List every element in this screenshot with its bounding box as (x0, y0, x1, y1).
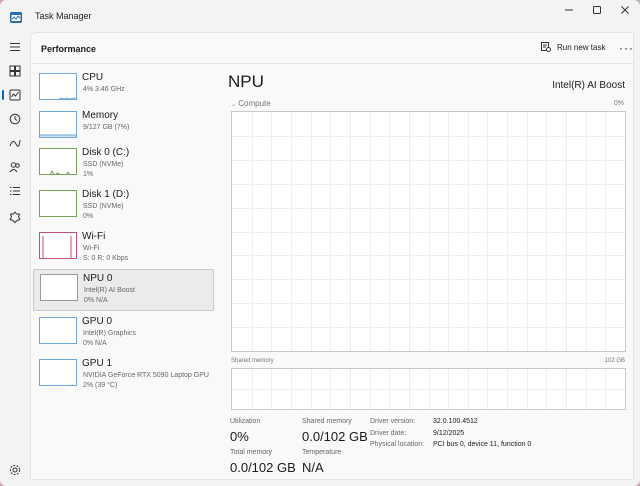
sidebar-item-detail: SSD (NVMe) (83, 203, 124, 210)
npu-thumbnail-graph (40, 274, 78, 301)
total-memory-value: 0.0/102 GB (230, 460, 296, 475)
sidebar-item-usage: S: 0 R: 0 Kbps (83, 255, 129, 262)
sidebar-item-detail: SSD (NVMe) (83, 161, 124, 168)
services-icon[interactable] (7, 209, 23, 225)
sidebar-item-usage: 0% (83, 213, 94, 220)
minimize-icon (565, 9, 573, 11)
sidebar-item-title: GPU 0 (82, 316, 113, 327)
wifi-thumbnail-graph (39, 232, 77, 259)
sidebar-item-detail: NVIDIA GeForce RTX 5090 Laptop GPU (83, 372, 209, 379)
sidebar-item-cpu[interactable]: CPU 4% 3.46 GHz (33, 69, 214, 111)
sidebar-item-gpu-1[interactable]: GPU 1 NVIDIA GeForce RTX 5090 Laptop GPU… (33, 355, 214, 397)
temperature-value: N/A (302, 460, 324, 475)
sidebar-item-memory[interactable]: Memory 9/127 GB (7%) (33, 107, 214, 149)
shared-memory-max-label: 102 GB (604, 358, 625, 364)
sidebar-item-title: Wi-Fi (82, 231, 106, 242)
gpu-1-thumbnail-graph (39, 359, 77, 386)
sidebar-item-usage: 0% N/A (84, 297, 108, 304)
sidebar-item-detail: Wi-Fi (83, 245, 100, 252)
sidebar-item-wifi[interactable]: Wi-Fi Wi-Fi S: 0 R: 0 Kbps (33, 228, 214, 270)
sidebar-item-usage: 2% (39 °C) (83, 382, 118, 389)
minimize-button[interactable] (554, 0, 584, 20)
header-divider (31, 63, 635, 64)
sidebar-item-gpu-0[interactable]: GPU 0 Intel(R) Graphics 0% N/A (33, 313, 214, 355)
users-icon[interactable] (7, 159, 23, 175)
sidebar-item-detail: 9/127 GB (7%) (83, 124, 130, 131)
settings-icon[interactable] (7, 462, 23, 478)
sidebar-item-detail: Intel(R) Graphics (83, 330, 136, 337)
compute-graph (231, 111, 626, 352)
sidebar-item-detail: Intel(R) AI Boost (84, 287, 135, 294)
cpu-thumbnail-graph (39, 73, 77, 100)
gpu-0-thumbnail-graph (39, 317, 77, 344)
total-memory-label: Total memory (230, 449, 273, 456)
sidebar-item-detail: 4% 3.46 GHz (83, 86, 125, 93)
sidebar-item-title: Memory (82, 110, 119, 121)
driver-version-label: Driver version: (370, 418, 416, 425)
compute-label: Compute (238, 99, 271, 108)
sidebar-item-title: Disk 0 (C:) (82, 147, 130, 158)
sidebar-item-usage: 0% N/A (83, 340, 107, 347)
app-history-icon[interactable] (7, 111, 23, 127)
details-icon[interactable] (7, 183, 23, 199)
window-title: Task Manager (35, 11, 92, 21)
physical-location-value: PCI bus 0, device 11, function 0 (433, 441, 532, 448)
task-manager-window: Task Manager Performance Run new task ··… (0, 0, 640, 486)
sidebar-item-title: Disk 1 (D:) (82, 189, 130, 200)
sidebar-item-disk-0[interactable]: Disk 0 (C:) SSD (NVMe) 1% (33, 144, 214, 186)
page-title: Performance (41, 44, 97, 54)
temperature-label: Temperature (302, 449, 342, 456)
performance-page: Performance Run new task ··· CPU 4% 3.46… (30, 32, 635, 480)
shared-memory-graph-label: Shared memory (231, 358, 274, 364)
run-new-task-label: Run new task (557, 42, 606, 52)
shared-memory-graph (231, 368, 626, 410)
title-bar[interactable]: Task Manager (0, 0, 640, 32)
compute-max-label: 0% (613, 100, 624, 107)
sidebar-item-title: GPU 1 (82, 358, 113, 369)
npu-detail-panel: NPU Intel(R) AI Boost ⌄ Compute 0% Share… (221, 69, 631, 479)
compute-dropdown[interactable]: ⌄ Compute (231, 99, 271, 108)
sidebar-item-title: CPU (82, 72, 104, 83)
disk-1-thumbnail-graph (39, 190, 77, 217)
utilization-label: Utilization (230, 418, 261, 425)
sidebar-item-npu-0[interactable]: NPU 0 Intel(R) AI Boost 0% N/A (33, 269, 214, 311)
close-icon (621, 6, 629, 14)
detail-title: NPU (228, 72, 264, 91)
shared-memory-value: 0.0/102 GB (302, 429, 368, 444)
run-task-icon (541, 42, 551, 52)
driver-date-label: Driver date: (370, 430, 407, 437)
task-manager-icon (10, 10, 22, 23)
chevron-down-icon: ⌄ (231, 102, 237, 108)
physical-location-label: Physical location: (370, 441, 425, 448)
navigation-rail (0, 32, 30, 486)
more-options-icon[interactable]: ··· (619, 41, 634, 55)
maximize-button[interactable] (582, 0, 612, 20)
utilization-value: 0% (230, 429, 249, 444)
detail-device-name: Intel(R) AI Boost (552, 80, 625, 91)
sidebar-item-usage: 1% (83, 171, 94, 178)
hamburger-menu-icon[interactable] (7, 39, 23, 55)
sidebar-item-title: NPU 0 (83, 273, 113, 284)
shared-memory-label: Shared memory (302, 418, 352, 425)
maximize-icon (593, 6, 601, 14)
processes-icon[interactable] (7, 63, 23, 79)
driver-version-value: 32.0.100.4512 (433, 418, 478, 425)
performance-icon[interactable] (2, 87, 23, 103)
driver-date-value: 9/12/2025 (433, 430, 465, 437)
disk-0-thumbnail-graph (39, 148, 77, 175)
startup-apps-icon[interactable] (7, 135, 23, 151)
close-button[interactable] (610, 0, 640, 20)
sidebar-item-disk-1[interactable]: Disk 1 (D:) SSD (NVMe) 0% (33, 186, 214, 228)
memory-thumbnail-graph (39, 111, 77, 138)
run-new-task-button[interactable]: Run new task (541, 42, 605, 52)
